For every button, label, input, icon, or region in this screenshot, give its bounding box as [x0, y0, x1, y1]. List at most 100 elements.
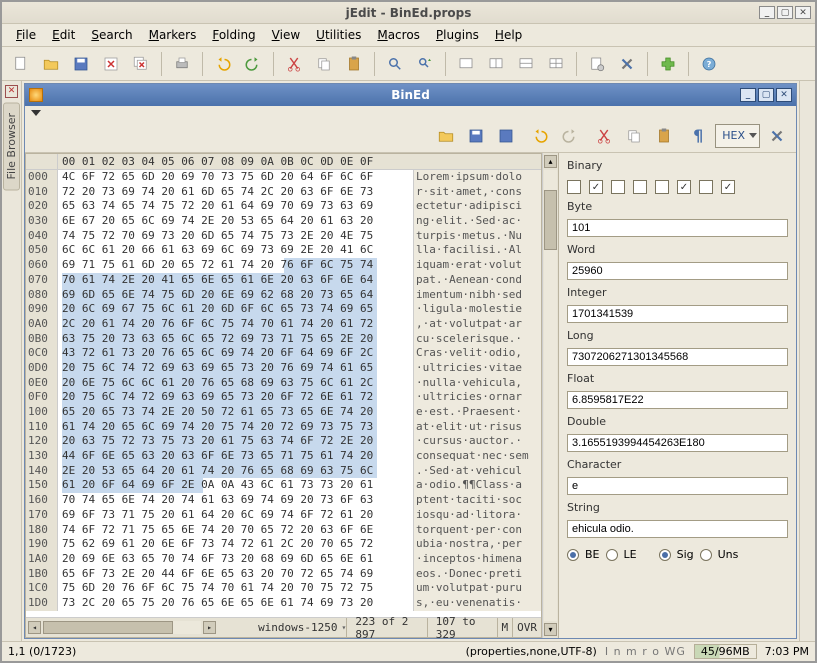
close-all-button[interactable]: [128, 51, 154, 77]
encoding-label[interactable]: windows-1250: [258, 621, 337, 634]
hex-row[interactable]: 0004C 6F 72 65 6D 20 69 70 73 75 6D 20 6…: [26, 170, 541, 185]
hex-row[interactable]: 0306E 67 20 65 6C 69 74 2E 20 53 65 64 2…: [26, 214, 541, 229]
bit-6[interactable]: [699, 180, 713, 194]
inner-minimize-button[interactable]: _: [740, 88, 756, 102]
buffer-options-button[interactable]: [584, 51, 610, 77]
hex-row[interactable]: 19075 62 69 61 20 6E 6F 73 74 72 61 2C 2…: [26, 537, 541, 552]
hex-row[interactable]: 09020 6C 69 67 75 6C 61 20 6D 6F 6C 65 7…: [26, 302, 541, 317]
hex-row[interactable]: 1B065 6F 73 2E 20 44 6F 6E 65 63 20 70 7…: [26, 567, 541, 582]
unsplit-button[interactable]: [483, 51, 509, 77]
hex-row[interactable]: 13044 6F 6E 65 63 20 63 6F 6E 73 65 71 7…: [26, 449, 541, 464]
uns-radio[interactable]: [700, 549, 712, 561]
maximize-button[interactable]: ▢: [777, 6, 793, 19]
scroll-up-button[interactable]: ▴: [544, 155, 557, 168]
copy-icon[interactable]: [621, 123, 647, 149]
v-scrollbar[interactable]: ▴ ▾: [542, 153, 558, 638]
menu-markers[interactable]: Markers: [141, 26, 205, 44]
byte-field[interactable]: [567, 219, 788, 237]
character-field[interactable]: [567, 477, 788, 495]
close-file-button[interactable]: [98, 51, 124, 77]
code-type-dropdown[interactable]: HEX: [715, 124, 760, 148]
menu-view[interactable]: View: [264, 26, 308, 44]
long-field[interactable]: [567, 348, 788, 366]
redo-icon[interactable]: [557, 123, 583, 149]
new-file-button[interactable]: [8, 51, 34, 77]
hex-row[interactable]: 06069 71 75 61 6D 20 65 72 61 74 20 76 6…: [26, 258, 541, 273]
hex-row[interactable]: 01072 20 73 69 74 20 61 6D 65 74 2C 20 6…: [26, 185, 541, 200]
copy-button[interactable]: [311, 51, 337, 77]
paste-icon[interactable]: [651, 123, 677, 149]
hex-row[interactable]: 17069 6F 73 71 75 20 61 64 20 6C 69 74 6…: [26, 508, 541, 523]
hex-row[interactable]: 0F020 75 6C 74 72 69 63 69 65 73 20 6F 7…: [26, 390, 541, 405]
open-file-button[interactable]: [38, 51, 64, 77]
hex-row[interactable]: 16070 74 65 6E 74 20 74 61 63 69 74 69 2…: [26, 493, 541, 508]
hex-row[interactable]: 08069 6D 65 6E 74 75 6D 20 6E 69 62 68 2…: [26, 288, 541, 303]
bit-3[interactable]: [633, 180, 647, 194]
hex-row[interactable]: 0D020 75 6C 74 72 69 63 69 65 73 20 76 6…: [26, 361, 541, 376]
hex-row[interactable]: 18074 6F 72 71 75 65 6E 74 20 70 65 72 2…: [26, 523, 541, 538]
new-view-button[interactable]: [453, 51, 479, 77]
hex-row[interactable]: 0B063 75 20 73 63 65 6C 65 72 69 73 71 7…: [26, 332, 541, 347]
bit-2[interactable]: [611, 180, 625, 194]
pilcrow-icon[interactable]: ¶: [685, 123, 711, 149]
undo-icon[interactable]: [527, 123, 553, 149]
mode-ovr[interactable]: OVR: [512, 618, 541, 637]
hex-row[interactable]: 02065 63 74 65 74 75 72 20 61 64 69 70 6…: [26, 199, 541, 214]
find-button[interactable]: [382, 51, 408, 77]
sig-radio[interactable]: [659, 549, 671, 561]
hex-row[interactable]: 15061 20 6F 64 69 6F 2E 0A 0A 43 6C 61 7…: [26, 478, 541, 493]
save-icon[interactable]: [463, 123, 489, 149]
integer-field[interactable]: [567, 305, 788, 323]
plugin-manager-button[interactable]: [655, 51, 681, 77]
file-browser-tab[interactable]: File Browser: [3, 102, 20, 190]
menu-folding[interactable]: Folding: [204, 26, 263, 44]
mode-m[interactable]: M: [497, 618, 513, 637]
close-dock-button[interactable]: ✕: [5, 85, 18, 98]
cut-button[interactable]: [281, 51, 307, 77]
bit-4[interactable]: [655, 180, 669, 194]
memory-indicator[interactable]: 45/96MB: [694, 644, 757, 659]
global-options-button[interactable]: [614, 51, 640, 77]
bit-7[interactable]: ✓: [721, 180, 735, 194]
menu-search[interactable]: Search: [83, 26, 140, 44]
bit-1[interactable]: ✓: [589, 180, 603, 194]
scroll-down-button[interactable]: ▾: [544, 623, 557, 636]
double-field[interactable]: [567, 434, 788, 452]
save-button[interactable]: [68, 51, 94, 77]
hex-row[interactable]: 0E020 6E 75 6C 6C 61 20 76 65 68 69 63 7…: [26, 376, 541, 391]
help-button[interactable]: ?: [696, 51, 722, 77]
save-as-icon[interactable]: [493, 123, 519, 149]
hex-row[interactable]: 11061 74 20 65 6C 69 74 20 75 74 20 72 6…: [26, 420, 541, 435]
buffer-props[interactable]: (properties,none,UTF-8): [466, 645, 597, 658]
hex-row[interactable]: 1402E 20 53 65 64 20 61 74 20 76 65 68 6…: [26, 464, 541, 479]
print-button[interactable]: [169, 51, 195, 77]
split-v-button[interactable]: [543, 51, 569, 77]
cut-icon[interactable]: [591, 123, 617, 149]
find-next-button[interactable]: [412, 51, 438, 77]
menu-edit[interactable]: Edit: [44, 26, 83, 44]
undo-button[interactable]: [210, 51, 236, 77]
float-field[interactable]: [567, 391, 788, 409]
hex-editor[interactable]: 00 01 02 03 04 05 06 07 08 09 0A 0B 0C 0…: [25, 153, 542, 638]
open-icon[interactable]: [433, 123, 459, 149]
scroll-right-button[interactable]: ▸: [203, 621, 216, 634]
menu-plugins[interactable]: Plugins: [428, 26, 487, 44]
options-icon[interactable]: [764, 123, 790, 149]
menu-file[interactable]: File: [8, 26, 44, 44]
hex-row[interactable]: 10065 20 65 73 74 2E 20 50 72 61 65 73 6…: [26, 405, 541, 420]
hex-row[interactable]: 07070 61 74 2E 20 41 65 6E 65 61 6E 20 6…: [26, 273, 541, 288]
hex-row[interactable]: 1C075 6D 20 76 6F 6C 75 74 70 61 74 20 7…: [26, 581, 541, 596]
hex-row[interactable]: 0C043 72 61 73 20 76 65 6C 69 74 20 6F 6…: [26, 346, 541, 361]
bit-0[interactable]: [567, 180, 581, 194]
h-scrollbar[interactable]: [43, 621, 201, 634]
hex-row[interactable]: 1A020 69 6E 63 65 70 74 6F 73 20 68 69 6…: [26, 552, 541, 567]
paste-button[interactable]: [341, 51, 367, 77]
hex-row[interactable]: 1D073 2C 20 65 75 20 76 65 6E 65 6E 61 7…: [26, 596, 541, 611]
bit-5[interactable]: ✓: [677, 180, 691, 194]
menu-utilities[interactable]: Utilities: [308, 26, 369, 44]
word-field[interactable]: [567, 262, 788, 280]
split-h-button[interactable]: [513, 51, 539, 77]
hex-row[interactable]: 0506C 6C 61 20 66 61 63 69 6C 69 73 69 2…: [26, 243, 541, 258]
le-radio[interactable]: [606, 549, 618, 561]
hex-row[interactable]: 04074 75 72 70 69 73 20 6D 65 74 75 73 2…: [26, 229, 541, 244]
